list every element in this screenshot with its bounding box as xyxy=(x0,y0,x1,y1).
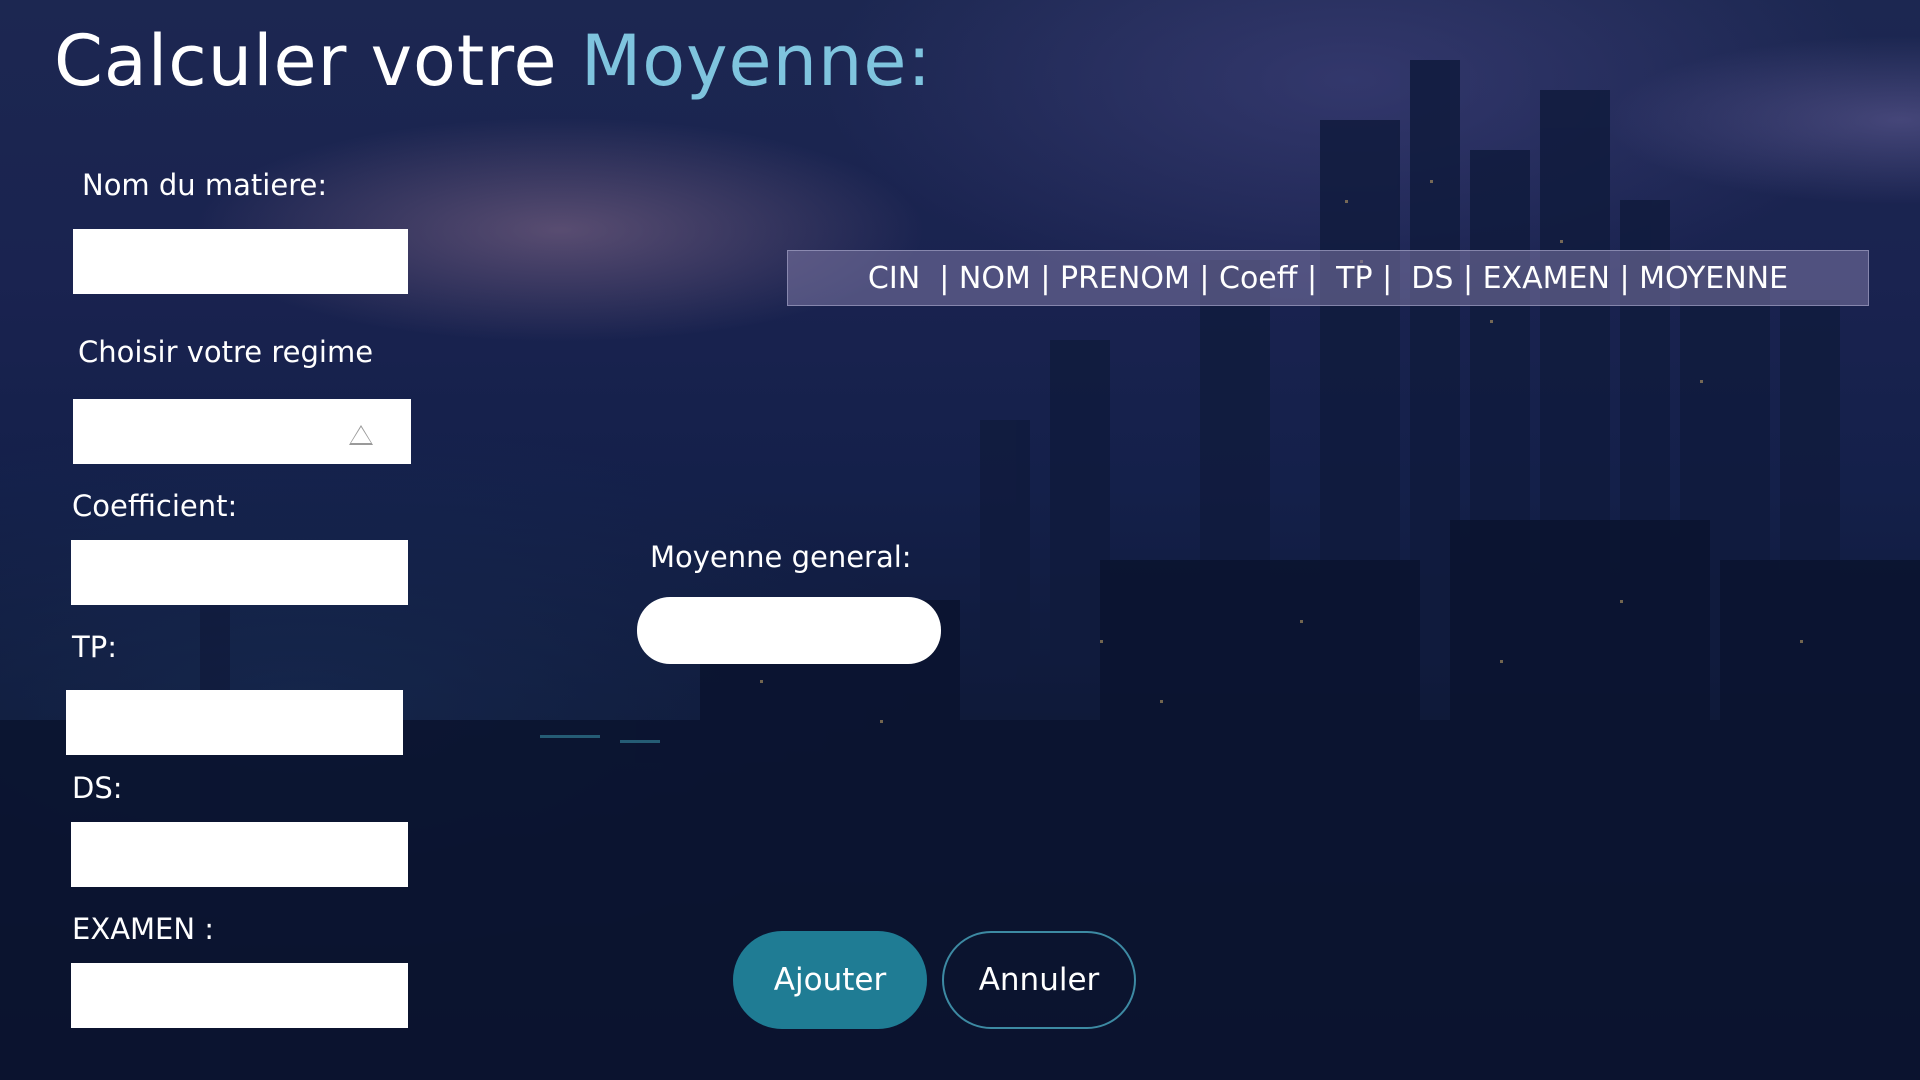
table-header-text: CIN | NOM | PRENOM | Coeff | TP | DS | E… xyxy=(867,260,1789,296)
subject-label: Nom du matiere: xyxy=(82,168,328,202)
cancel-button[interactable]: Annuler xyxy=(942,931,1136,1029)
ds-input[interactable] xyxy=(71,822,408,887)
coefficient-input[interactable] xyxy=(71,540,408,605)
results-table-header: CIN | NOM | PRENOM | Coeff | TP | DS | E… xyxy=(787,250,1869,306)
page-title: Calculer votre Moyenne: xyxy=(54,20,932,102)
title-accent: Moyenne: xyxy=(580,20,932,102)
triangle-up-icon xyxy=(349,425,373,445)
general-average-field[interactable] xyxy=(637,597,941,664)
regime-select[interactable] xyxy=(73,399,411,464)
subject-input[interactable] xyxy=(73,229,408,294)
ds-label: DS: xyxy=(72,771,123,805)
tp-input[interactable] xyxy=(66,690,403,755)
cancel-button-label: Annuler xyxy=(978,962,1100,998)
title-main: Calculer votre xyxy=(54,20,558,102)
examen-label: EXAMEN : xyxy=(72,912,215,946)
tp-label: TP: xyxy=(72,630,117,664)
general-average-label: Moyenne general: xyxy=(650,540,912,574)
add-button[interactable]: Ajouter xyxy=(733,931,927,1029)
add-button-label: Ajouter xyxy=(773,962,887,998)
examen-input[interactable] xyxy=(71,963,408,1028)
regime-label: Choisir votre regime xyxy=(78,335,374,369)
coefficient-label: Coefficient: xyxy=(72,489,238,523)
